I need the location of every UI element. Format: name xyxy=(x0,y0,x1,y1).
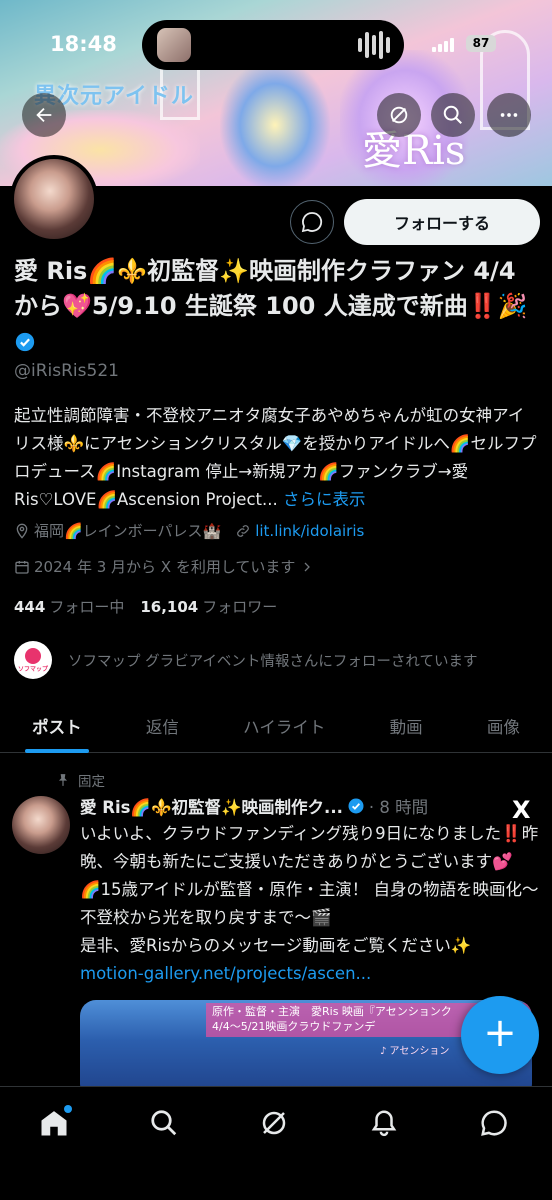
profile-joined-date: 2024 年 3 月から X を利用しています xyxy=(34,558,296,576)
nav-search[interactable] xyxy=(144,1103,184,1143)
tab-posts[interactable]: ポスト xyxy=(0,700,114,753)
profile-handle: @iRisRis521 xyxy=(14,361,119,381)
search-icon xyxy=(151,1110,177,1136)
grok-icon xyxy=(262,1111,286,1135)
post-link[interactable]: motion-gallery.net/projects/ascen... xyxy=(80,960,542,988)
more-icon xyxy=(500,113,518,117)
now-playing-thumbnail xyxy=(157,28,191,62)
home-notification-dot xyxy=(64,1105,72,1113)
post-header: 愛 Ris🌈⚜️初監督✨映画制作ク... · 8 時間 xyxy=(80,794,510,818)
nav-messages[interactable] xyxy=(474,1103,514,1143)
tab-images[interactable]: 画像 xyxy=(455,700,552,752)
pinned-label: 固定 xyxy=(78,774,105,790)
profile-joined-row[interactable]: 2024 年 3 月から X を利用しています xyxy=(14,556,317,577)
following-label: フォロー中 xyxy=(49,598,125,616)
nav-home[interactable] xyxy=(34,1103,74,1143)
nav-grok[interactable] xyxy=(254,1103,294,1143)
show-more-link[interactable]: さらに表示 xyxy=(283,490,366,509)
chevron-right-icon xyxy=(304,562,311,571)
status-time: 18:48 xyxy=(50,32,117,56)
link-icon xyxy=(237,524,250,537)
arrow-left-icon xyxy=(36,107,52,123)
bottom-navigation xyxy=(0,1086,552,1200)
post-author-name[interactable]: 愛 Ris🌈⚜️初監督✨映画制作ク... xyxy=(80,794,343,818)
followed-by-avatar: ソフマップ xyxy=(14,641,52,679)
search-icon xyxy=(443,105,462,124)
home-icon xyxy=(41,1111,67,1136)
profile-website-link[interactable]: lit.link/idolairis xyxy=(255,522,364,540)
follow-button[interactable]: フォローする xyxy=(344,199,540,245)
post-line: 🌈15歳アイドルが監督・原作・主演！ 自身の物語を映画化〜不登校から光を取り戻す… xyxy=(80,880,539,927)
followers-link[interactable]: 16,104 フォロワー xyxy=(140,596,277,617)
chat-bubble-icon xyxy=(481,1110,507,1136)
chat-bubble-icon xyxy=(301,212,323,233)
tab-highlights[interactable]: ハイライト xyxy=(211,700,357,752)
display-name: 愛 Ris🌈⚜️初監督✨映画制作クラファン 4/4 から💖5/9.10 生誕祭 … xyxy=(14,254,540,359)
nav-notifications[interactable] xyxy=(364,1103,404,1143)
banner-idol-figure xyxy=(220,60,330,186)
pinned-indicator: 固定 xyxy=(56,770,105,790)
profile-bio: 起立性調節障害・不登校アニオタ腐女子あやめちゃんが虹の女神アイリス様⚜️にアセン… xyxy=(14,402,540,514)
followed-by-text: ソフマップ グラビアイベント情報さんにフォローされています xyxy=(68,653,478,670)
more-options-button[interactable] xyxy=(487,93,531,137)
cellular-signal-icon xyxy=(432,38,454,52)
followers-label: フォロワー xyxy=(202,598,278,616)
message-button[interactable] xyxy=(290,200,334,244)
grok-button[interactable] xyxy=(377,93,421,137)
back-button[interactable] xyxy=(22,93,66,137)
bio-text: 起立性調節障害・不登校アニオタ腐女子あやめちゃんが虹の女神アイリス様⚜️にアセン… xyxy=(14,406,537,509)
pin-icon xyxy=(58,774,68,786)
search-button[interactable] xyxy=(431,93,475,137)
audio-wave-icon xyxy=(358,30,390,60)
followed-by-avatar-text: ソフマップ xyxy=(17,665,48,673)
profile-meta-row: 福岡🌈レインボーパレス🏰 lit.link/idolairis xyxy=(14,520,364,541)
post-body[interactable]: いよいよ、クラウドファンディング残り9日になりました‼️昨晩、今朝も新たにご支援… xyxy=(80,820,542,988)
post-line: 是非、愛Risからのメッセージ動画をご覧ください✨ xyxy=(80,936,472,955)
media-ribbon: ♪ アセンション xyxy=(380,1046,450,1057)
follow-counts: 444 フォロー中 16,104 フォロワー xyxy=(14,596,277,617)
tab-videos[interactable]: 動画 xyxy=(357,700,454,752)
compose-post-button[interactable]: + xyxy=(461,996,539,1074)
followers-count: 16,104 xyxy=(140,598,199,616)
post-line: いよいよ、クラウドファンディング残り9日になりました‼️昨晩、今朝も新たにご支援… xyxy=(80,824,539,871)
followed-by-row[interactable]: ソフマップ ソフマップ グラビアイベント情報さんにフォローされています xyxy=(14,641,477,679)
location-pin-icon xyxy=(16,523,28,539)
profile-avatar[interactable] xyxy=(10,155,98,243)
following-count: 444 xyxy=(14,598,46,616)
verified-badge-icon xyxy=(348,798,364,814)
dynamic-island[interactable] xyxy=(142,20,404,70)
verified-badge-icon[interactable] xyxy=(14,331,36,353)
profile-tabs: ポスト 返信 ハイライト 動画 画像 xyxy=(0,700,552,753)
profile-location: 福岡🌈レインボーパレス🏰 xyxy=(34,522,222,540)
grok-icon xyxy=(390,106,408,124)
post-author-avatar[interactable] xyxy=(12,796,70,854)
battery-indicator: 87 xyxy=(466,35,496,52)
sofmap-logo-icon xyxy=(25,647,41,664)
post-time: · 8 時間 xyxy=(368,798,429,817)
display-name-text: 愛 Ris🌈⚜️初監督✨映画制作クラファン 4/4 から💖5/9.10 生誕祭 … xyxy=(14,257,528,320)
calendar-icon xyxy=(15,560,29,574)
following-link[interactable]: 444 フォロー中 xyxy=(14,596,124,617)
bell-icon xyxy=(371,1110,397,1137)
tab-replies[interactable]: 返信 xyxy=(114,700,211,752)
